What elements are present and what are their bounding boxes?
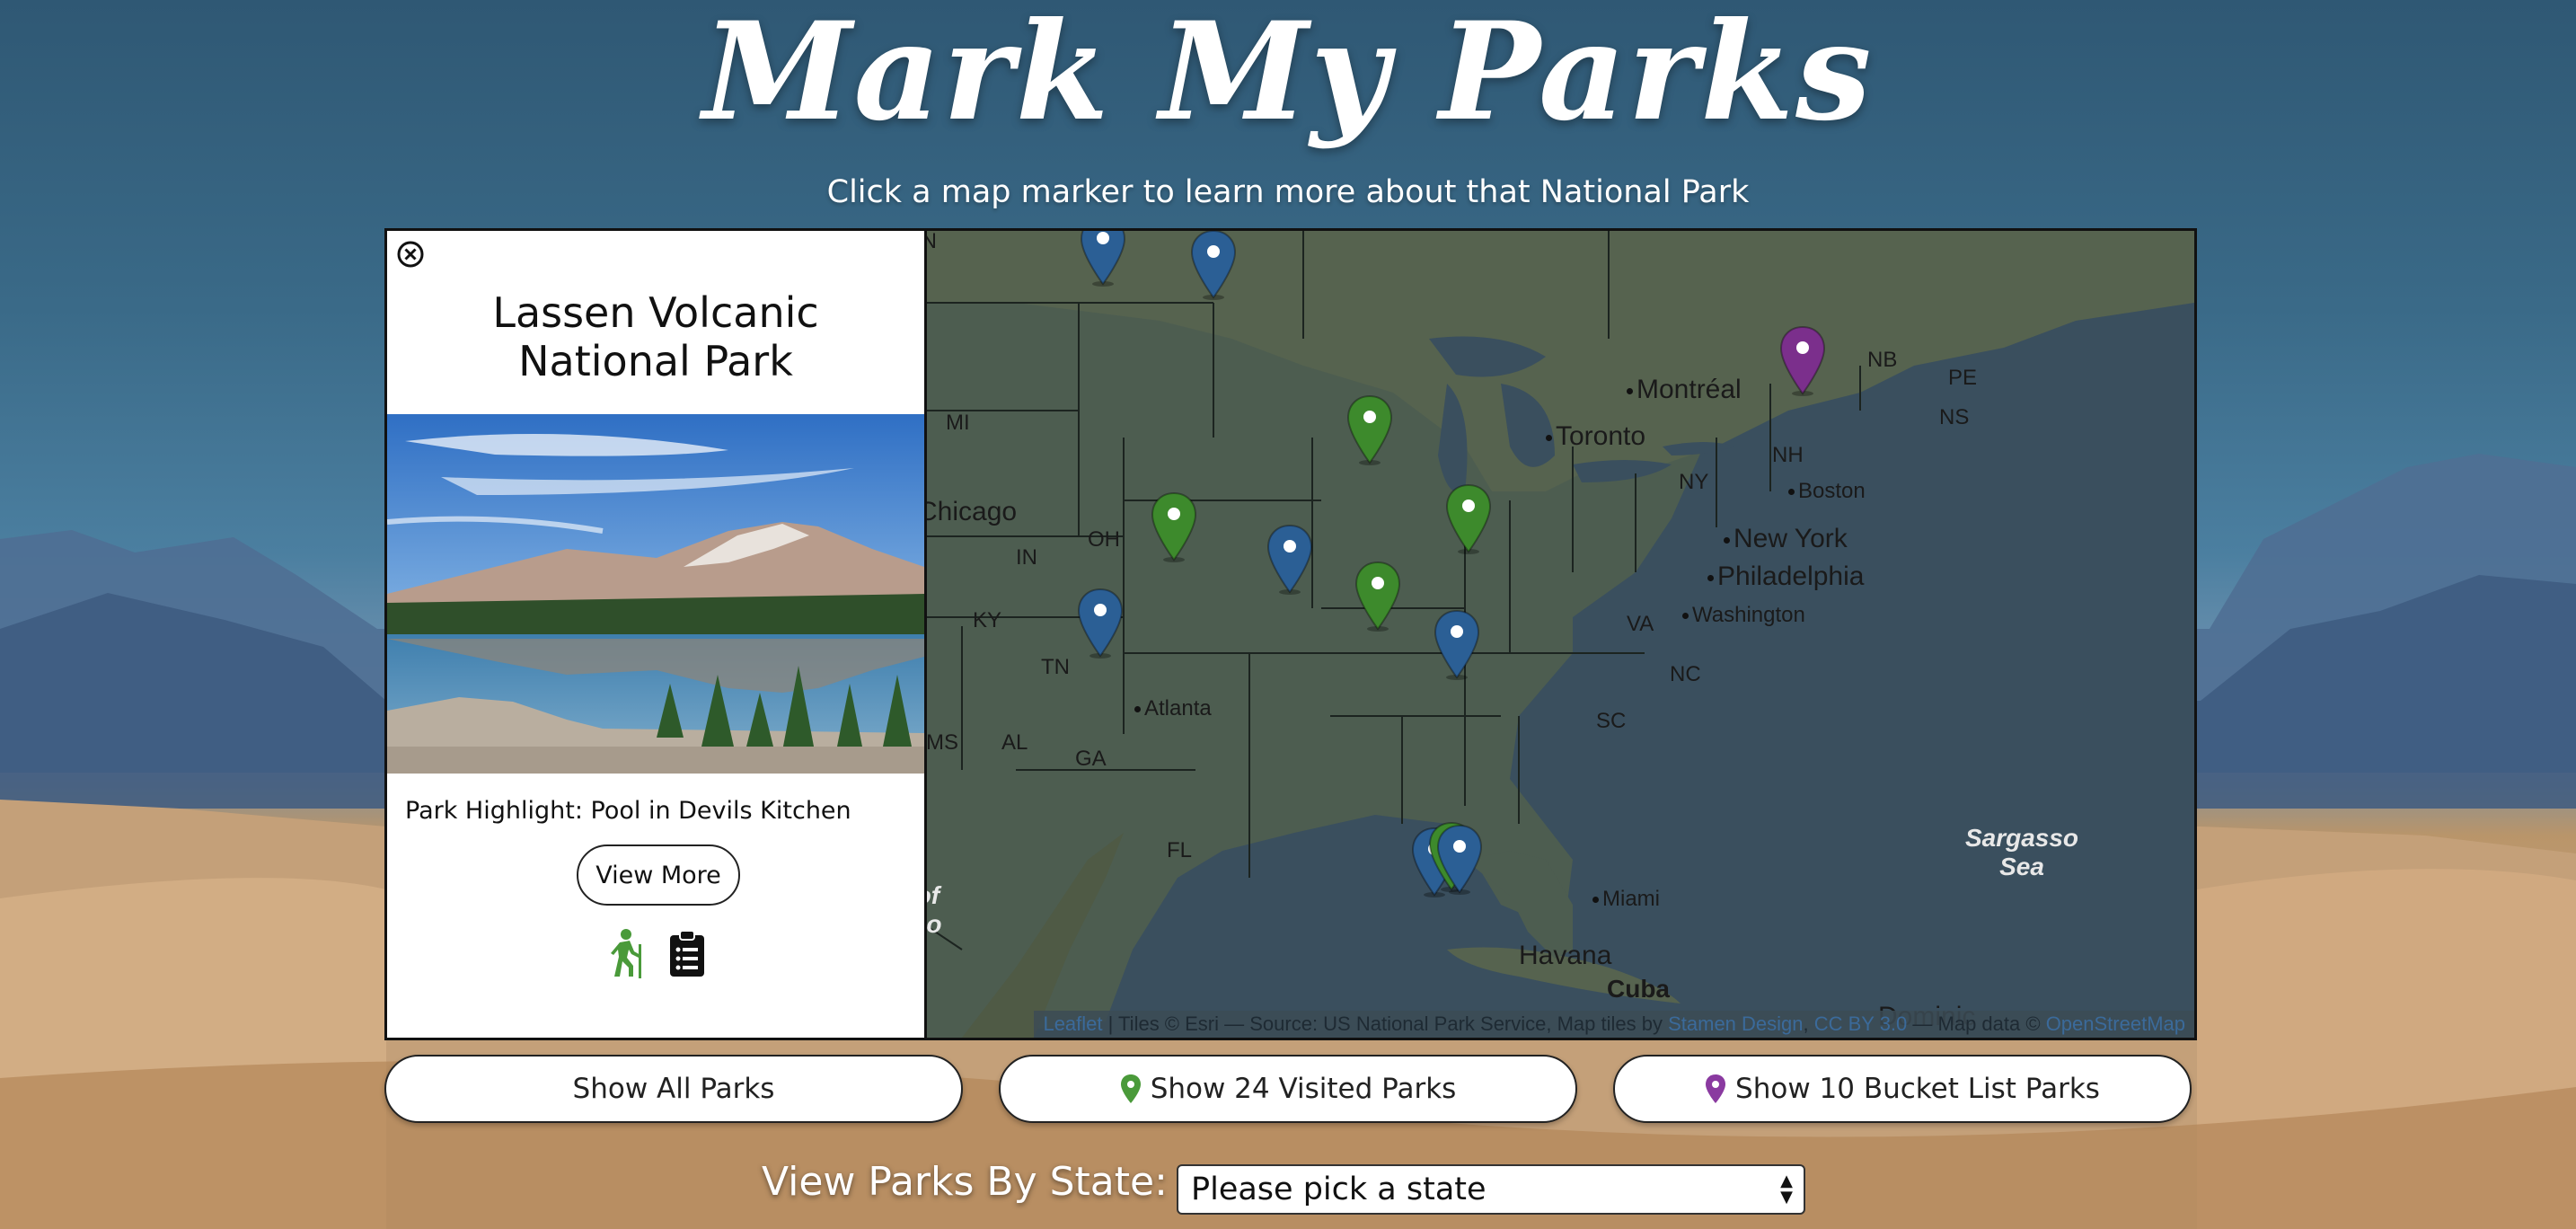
park-highlight: Park Highlight: Pool in Devils Kitchen [405, 797, 851, 825]
map-label-miami: Miami [1592, 887, 1660, 912]
map-label-in: IN [1016, 545, 1037, 570]
map-label-montreal: Montréal [1627, 375, 1742, 405]
osm-link[interactable]: OpenStreetMap [2046, 1012, 2185, 1035]
park-popup: Lassen Volcanic National Park Park Highl… [384, 228, 927, 1040]
park-marker-green[interactable] [1444, 483, 1493, 555]
park-marker-purple[interactable] [1778, 325, 1827, 397]
map-label-oh: OH [1088, 527, 1120, 552]
map-label-ns: NS [1939, 405, 1970, 429]
map-label-washington: Washington [1682, 603, 1805, 628]
map-label-havana: Havana [1519, 941, 1612, 970]
park-marker-blue[interactable] [1079, 231, 1127, 287]
map-label-philadelphia: Philadelphia [1707, 561, 1864, 592]
show-visited-parks-button[interactable]: Show 24 Visited Parks [999, 1055, 1577, 1123]
park-marker-blue[interactable] [1076, 588, 1125, 659]
park-marker-blue[interactable] [1435, 824, 1484, 896]
hiker-icon[interactable] [604, 928, 648, 978]
map-label-va: VA [1627, 612, 1654, 636]
park-name-line-1: Lassen Volcanic [492, 288, 819, 337]
map-label-ga: GA [1075, 747, 1107, 771]
park-marker-green[interactable] [1354, 561, 1402, 632]
show-all-label: Show All Parks [572, 1073, 775, 1105]
map-label-mi: MI [946, 411, 970, 435]
map-label-tn: TN [1041, 655, 1070, 679]
map-label-ky: KY [973, 608, 1002, 632]
close-icon[interactable] [396, 240, 425, 269]
park-name: Lassen Volcanic National Park [387, 288, 924, 385]
map-label-pe: PE [1948, 366, 1978, 390]
attribution-text-1: | Tiles © Esri — Source: US National Par… [1102, 1012, 1669, 1035]
show-bucket-list-parks-button[interactable]: Show 10 Bucket List Parks [1613, 1055, 2192, 1123]
map-label-nc: NC [1670, 662, 1701, 686]
map-label-ms: MS [926, 730, 958, 755]
leaflet-link[interactable]: Leaflet [1043, 1012, 1102, 1035]
map-label-nh: NH [1772, 443, 1804, 467]
map-label-al: AL [1001, 730, 1028, 755]
view-more-button[interactable]: View More [577, 844, 740, 906]
park-marker-blue[interactable] [1266, 524, 1314, 596]
clipboard-list-icon[interactable] [666, 928, 709, 978]
app-title: Mark My Parks [702, 0, 1874, 151]
map-attribution: Leaflet | Tiles © Esri — Source: US Nati… [1034, 1011, 2194, 1038]
park-name-line-2: National Park [518, 337, 793, 385]
map-label-boston: Boston [1788, 479, 1866, 504]
purple-map-marker-icon [1706, 1074, 1726, 1103]
page-subtitle: Click a map marker to learn more about t… [826, 174, 1750, 210]
attribution-text-2: , [1803, 1012, 1814, 1035]
select-arrows-icon: ▲ ▼ [1780, 1172, 1793, 1207]
map-label-toronto: Toronto [1546, 421, 1645, 452]
map-label-ny: NY [1679, 470, 1709, 494]
stamen-link[interactable]: Stamen Design [1668, 1012, 1803, 1035]
park-marker-blue[interactable] [1189, 231, 1238, 301]
state-select-label: View Parks By State: [762, 1159, 1168, 1205]
attribution-text-3: — Map data © [1907, 1012, 2046, 1035]
show-visited-label: Show 24 Visited Parks [1150, 1073, 1457, 1105]
map-label-atlanta: Atlanta [1134, 696, 1212, 721]
show-bucket-label: Show 10 Bucket List Parks [1735, 1073, 2100, 1105]
map-label-sc: SC [1596, 709, 1627, 733]
park-marker-green[interactable] [1150, 491, 1198, 563]
park-marker-green[interactable] [1345, 394, 1394, 466]
green-map-marker-icon [1120, 1074, 1141, 1103]
park-marker-blue[interactable] [1433, 609, 1481, 681]
state-select-value: Please pick a state [1191, 1172, 1486, 1207]
map-label-newyork: New York [1724, 524, 1848, 554]
map-sea-label-sargasso: Sargasso Sea [1964, 824, 2079, 880]
show-all-parks-button[interactable]: Show All Parks [384, 1055, 963, 1123]
ccby-link[interactable]: CC BY 3.0 [1814, 1012, 1908, 1035]
map-label-cuba: Cuba [1607, 975, 1670, 1003]
park-photo [387, 414, 924, 774]
map-label-nb: NB [1867, 348, 1898, 372]
map-label-fl: FL [1167, 838, 1193, 862]
state-select[interactable]: Please pick a state ▲ ▼ [1177, 1164, 1805, 1215]
